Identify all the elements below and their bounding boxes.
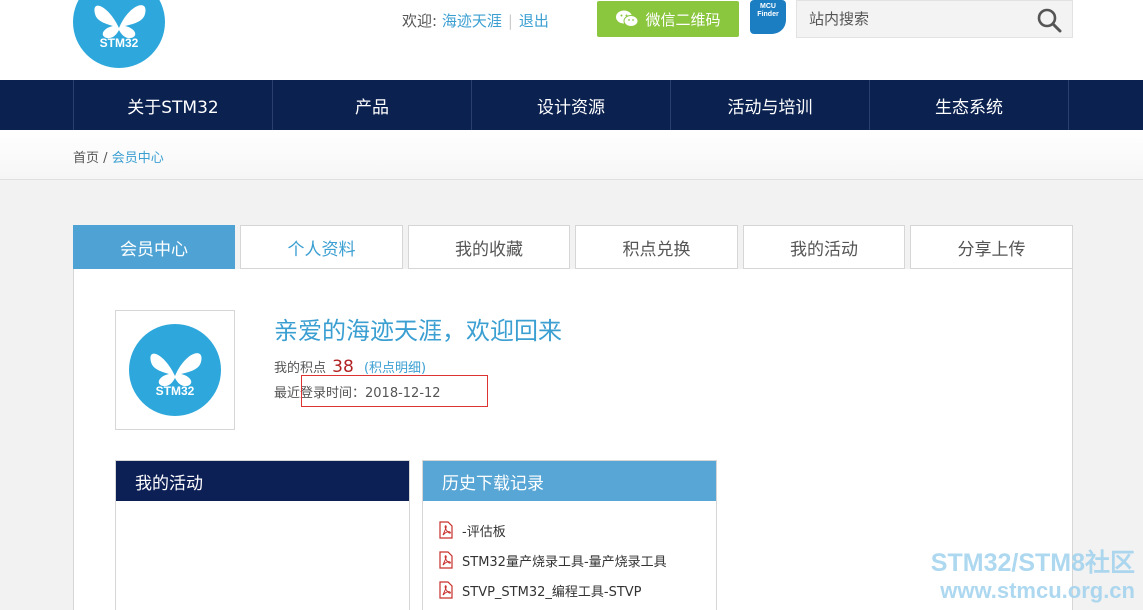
site-watermark: STM32/STM8社区 www.stmcu.org.cn (931, 548, 1135, 604)
welcome-label: 欢迎: (402, 12, 438, 30)
site-header: STM32 欢迎: 海迹天涯 | 退出 微信二维码 MCU Finder (0, 0, 1143, 80)
tab-share-upload[interactable]: 分享上传 (910, 225, 1073, 269)
nav-item-products[interactable]: 产品 (273, 80, 472, 130)
list-item[interactable]: STVP_STM32_编程工具-STVP (438, 575, 716, 605)
download-list: -评估板 STM32量产烧录工具-量产烧录工具 STVP_STM32_编程工具-… (423, 501, 716, 605)
avatar-frame: STM32 (115, 310, 235, 430)
tab-points-exchange[interactable]: 积点兑换 (575, 225, 738, 269)
wechat-icon (616, 10, 639, 27)
pdf-icon (439, 551, 453, 569)
nav-item-design-resources[interactable]: 设计资源 (472, 80, 671, 130)
tab-profile[interactable]: 个人资料 (240, 225, 403, 269)
download-history-box: 历史下载记录 -评估板 STM32量产烧录工具-量产烧录工具 STVP_STM3… (422, 460, 717, 610)
nav-item-ecosystem[interactable]: 生态系统 (870, 80, 1069, 130)
member-panel: STM32 亲爱的海迹天涯，欢迎回来 我的积点 38 (积点明细) 最近登录时间… (73, 269, 1073, 610)
list-item[interactable]: -评估板 (438, 515, 716, 545)
tab-member-center[interactable]: 会员中心 (73, 225, 235, 269)
divider: | (507, 12, 513, 30)
points-label: 我的积点 (274, 361, 327, 376)
breadcrumb: 首页 / 会员中心 (73, 147, 164, 166)
download-item-label: -评估板 (462, 524, 506, 540)
list-item[interactable]: STM32量产烧录工具-量产烧录工具 (438, 545, 716, 575)
mcu-finder-line2: Finder (757, 11, 779, 18)
avatar-text: STM32 (155, 384, 195, 398)
points-detail-link[interactable]: (积点明细) (364, 361, 426, 376)
download-item-label: STM32量产烧录工具-量产烧录工具 (462, 554, 667, 570)
watermark-line2: www.stmcu.org.cn (940, 578, 1135, 603)
member-tabs: 会员中心 个人资料 我的收藏 积点兑换 我的活动 分享上传 (73, 225, 1073, 269)
welcome-bar: 欢迎: 海迹天涯 | 退出 (402, 10, 549, 31)
pdf-icon (439, 521, 453, 539)
avatar[interactable]: STM32 (129, 324, 221, 416)
my-activities-box: 我的活动 (115, 460, 410, 610)
site-search (796, 0, 1073, 38)
points-line: 我的积点 38 (积点明细) (274, 357, 426, 377)
mcu-finder-app-icon[interactable]: MCU Finder (750, 0, 786, 34)
breadcrumb-current[interactable]: 会员中心 (112, 151, 164, 166)
logout-link[interactable]: 退出 (519, 12, 549, 30)
main-nav: 关于STM32 产品 设计资源 活动与培训 生态系统 (0, 80, 1143, 130)
pdf-icon (439, 581, 453, 599)
search-input[interactable] (797, 1, 1027, 37)
annotation-highlight-box (301, 375, 488, 407)
tab-my-activities[interactable]: 我的活动 (743, 225, 905, 269)
stm32-logo[interactable]: STM32 (73, 0, 165, 68)
download-history-title: 历史下载记录 (423, 461, 716, 501)
wechat-qrcode-button[interactable]: 微信二维码 (597, 1, 739, 37)
nav-item-events-training[interactable]: 活动与培训 (671, 80, 870, 130)
nav-item-about[interactable]: 关于STM32 (74, 80, 273, 130)
mcu-finder-line1: MCU (760, 3, 776, 10)
butterfly-icon (94, 5, 146, 39)
butterfly-icon (150, 353, 202, 387)
logo-text: STM32 (99, 36, 139, 50)
download-item-label: STVP_STM32_编程工具-STVP (462, 584, 642, 600)
breadcrumb-bar: 首页 / 会员中心 (0, 130, 1143, 180)
points-value: 38 (332, 357, 354, 377)
search-icon[interactable] (1036, 7, 1062, 33)
breadcrumb-home[interactable]: 首页 (73, 151, 99, 166)
wechat-button-label: 微信二维码 (645, 10, 721, 29)
my-activities-title: 我的活动 (116, 461, 409, 501)
username-link[interactable]: 海迹天涯 (442, 12, 502, 30)
breadcrumb-separator: / (103, 151, 108, 166)
tab-favorites[interactable]: 我的收藏 (408, 225, 570, 269)
watermark-line1: STM32/STM8社区 (930, 549, 1135, 577)
greeting-title: 亲爱的海迹天涯，欢迎回来 (274, 317, 562, 345)
